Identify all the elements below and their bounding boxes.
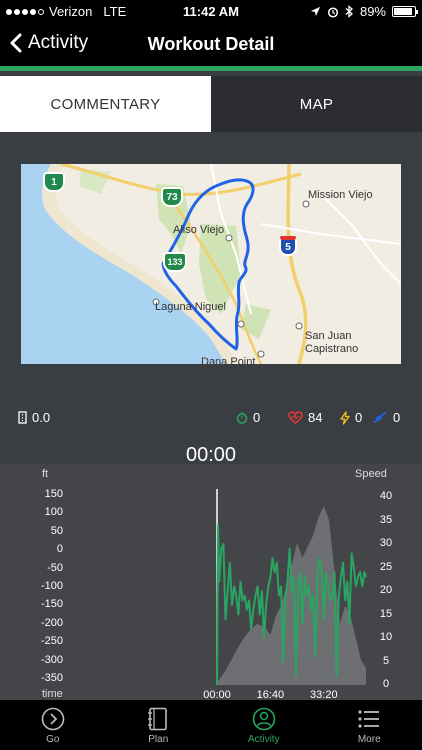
cadence-stat: 0: [372, 410, 400, 425]
nav-bar: Activity Workout Detail: [0, 24, 422, 66]
tab-plan-label: Plan: [148, 734, 169, 745]
distance-value: 0.0: [32, 410, 51, 425]
tab-commentary[interactable]: COMMENTARY: [0, 76, 211, 132]
interstate-5-shield-icon: 5: [279, 236, 297, 256]
status-icons: 89%: [310, 4, 418, 19]
bluetooth-icon: [345, 5, 353, 18]
distance-icon: [18, 411, 27, 424]
tab-map[interactable]: MAP: [211, 76, 422, 132]
heart-rate-value: 84: [308, 410, 323, 425]
bottom-tab-bar: Go Plan Activity More: [0, 700, 422, 750]
location-arrow-icon: [310, 6, 321, 17]
tab-go[interactable]: Go: [0, 700, 106, 750]
alarm-icon: [327, 6, 339, 18]
tab-more-label: More: [357, 734, 381, 745]
accent-divider: [0, 66, 422, 71]
cadence-icon: [373, 412, 387, 423]
heart-rate-stat: 84: [288, 410, 322, 425]
stopwatch-icon: [236, 412, 248, 424]
elevation-speed-chart[interactable]: ft Speed time 150 100 50 0 -50 -100 -150 -200 -2…: [0, 464, 422, 701]
distance-stat: 0.0: [18, 410, 50, 425]
stats-row: 0.0 0 84 0 0: [0, 404, 422, 432]
highway-73-shield-icon: 73: [161, 187, 183, 207]
activity-person-icon: [252, 707, 276, 731]
battery-percent: 89%: [359, 4, 386, 19]
power-stat: 0: [340, 410, 362, 425]
tab-more[interactable]: More: [317, 700, 422, 750]
lightning-icon: [340, 410, 350, 425]
notebook-icon: [148, 707, 168, 731]
map-label-dana-point: Dana Point: [201, 356, 256, 364]
heart-rate-icon: [288, 411, 303, 424]
map-label-laguna-niguel: Laguna Niguel: [155, 301, 226, 313]
page-title: Workout Detail: [147, 34, 275, 54]
highway-133-shield-icon: 133: [163, 252, 187, 272]
go-circle-icon: [41, 707, 65, 731]
status-bar: Verizon LTE 11:42 AM 89%: [0, 0, 422, 24]
duration-stat: 0: [236, 410, 260, 425]
power-value: 0: [355, 410, 363, 425]
tab-plan[interactable]: Plan: [106, 700, 212, 750]
map-label-san-juan: San Juan: [305, 330, 352, 342]
more-list-icon: [358, 710, 380, 728]
map-label-mission-viejo: Mission Viejo: [308, 189, 373, 201]
highway-1-shield-icon: 1: [43, 172, 65, 192]
tab-activity[interactable]: Activity: [211, 700, 317, 750]
tab-go-label: Go: [46, 734, 60, 745]
map-label-aliso-viejo: Aliso Viejo: [173, 224, 225, 236]
map-label-capistrano: Capistrano: [305, 343, 359, 355]
tab-activity-label: Activity: [247, 734, 280, 745]
chart-plot: [216, 489, 367, 686]
battery-icon: [392, 6, 418, 17]
duration-value: 0: [253, 410, 261, 425]
cadence-value: 0: [393, 410, 401, 425]
route-map[interactable]: 1 73 133 5 Mission Viejo Aliso Viejo Lag…: [21, 164, 401, 364]
segmented-tabs: COMMENTARY MAP: [0, 76, 422, 132]
